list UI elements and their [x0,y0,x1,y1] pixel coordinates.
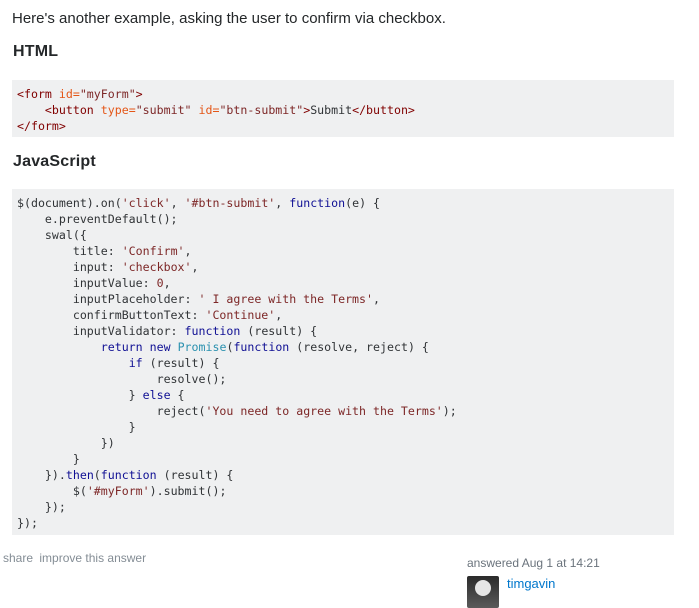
improve-answer-link[interactable]: improve this answer [39,551,146,565]
answer-intro-text: Here's another example, asking the user … [12,10,446,27]
html-code-block: <form id="myForm"> <button type="submit"… [12,80,674,137]
post-menu: share improve this answer [3,551,149,565]
javascript-heading: JavaScript [13,153,96,170]
answered-timestamp: answered Aug 1 at 14:21 [467,556,600,570]
user-name-link[interactable]: timgavin [507,576,555,591]
html-heading: HTML [13,43,59,60]
avatar-head-icon [475,580,491,596]
javascript-code-block: $(document).on('click', '#btn-submit', f… [12,189,674,535]
share-link[interactable]: share [3,551,33,565]
user-info-card: answered Aug 1 at 14:21 timgavin [467,556,667,608]
avatar[interactable] [467,576,499,608]
